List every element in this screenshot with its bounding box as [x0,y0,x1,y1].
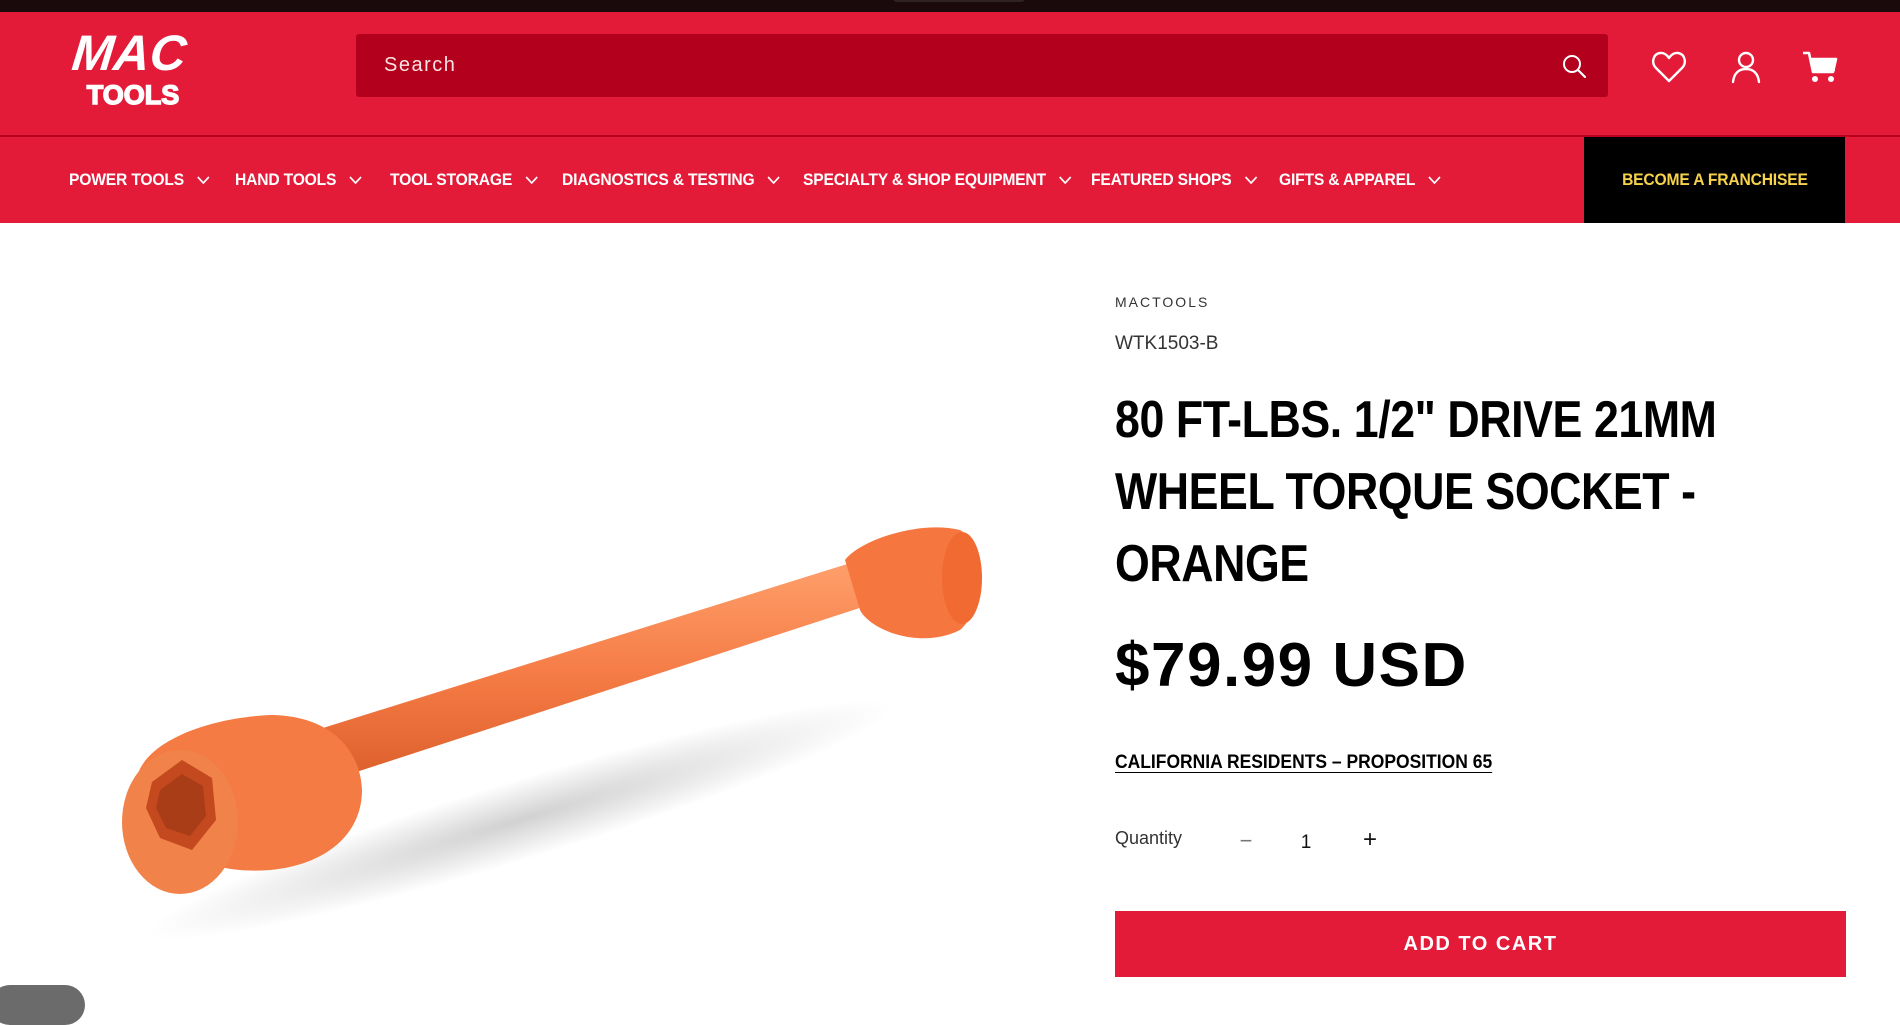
heart-icon[interactable] [1650,48,1688,86]
nav-item-hand-tools[interactable]: HAND TOOLS [235,137,363,223]
nav-item-label: TOOL STORAGE [390,170,513,189]
nav-item-power-tools[interactable]: POWER TOOLS [69,137,211,223]
chevron-down-icon [1428,176,1441,185]
search-input[interactable]: Search [384,34,456,97]
nav-item-label: SPECIALTY & SHOP EQUIPMENT [803,170,1046,189]
add-to-cart-button[interactable]: ADD TO CART [1115,911,1846,977]
mac-tools-logo[interactable]: MAC TOOLS [66,18,200,114]
become-franchisee-button[interactable]: BECOME A FRANCHISEE [1584,137,1845,223]
quantity-input[interactable] [1282,820,1330,866]
nav-item-label: FEATURED SHOPS [1091,170,1232,189]
product-vendor: MACTOOLS [1115,294,1210,310]
cart-icon[interactable] [1801,48,1839,86]
chat-widget-tab[interactable] [0,985,85,1025]
franchise-label: BECOME A FRANCHISEE [1621,170,1808,189]
main-nav: POWER TOOLS HAND TOOLS TOOL STORAGE DIAG… [0,135,1900,223]
nav-item-label: GIFTS & APPAREL [1279,170,1416,189]
quantity-increase-button[interactable]: + [1352,826,1388,856]
quantity-decrease-button[interactable]: − [1228,828,1264,858]
title-line: WHEEL TORQUE SOCKET - [1115,463,1696,521]
chevron-down-icon [1059,176,1072,185]
product-price: $79.99 USD [1115,631,1468,700]
top-pill [893,0,1025,2]
product-title: 80 FT-LBS. 1/2" DRIVE 21MM WHEEL TORQUE … [1115,384,1751,600]
account-icon[interactable] [1727,48,1765,86]
chevron-down-icon [197,176,210,185]
nav-item-gifts-apparel[interactable]: GIFTS & APPAREL [1279,137,1442,223]
nav-item-diagnostics-testing[interactable]: DIAGNOSTICS & TESTING [562,137,781,223]
search-bar[interactable]: Search [356,34,1608,97]
socket-small-rim [942,532,982,624]
product-image[interactable] [100,520,1000,990]
nav-item-label: HAND TOOLS [235,170,337,189]
title-line: ORANGE [1115,535,1309,593]
nav-item-label: DIAGNOSTICS & TESTING [562,170,755,189]
product-sku: WTK1503-B [1115,333,1219,354]
title-line: 80 FT-LBS. 1/2" DRIVE 21MM [1115,391,1717,449]
chevron-down-icon [525,176,538,185]
nav-item-featured-shops[interactable]: FEATURED SHOPS [1091,137,1258,223]
logo-text-tools: TOOLS [87,80,180,110]
chevron-down-icon [1244,176,1257,185]
chevron-down-icon [349,176,362,185]
logo-text-mac: MAC [69,25,190,81]
prop65-link[interactable]: CALIFORNIA RESIDENTS – PROPOSITION 65 [1115,752,1492,774]
nav-item-specialty-shop-equipment[interactable]: SPECIALTY & SHOP EQUIPMENT [803,137,1073,223]
nav-item-tool-storage[interactable]: TOOL STORAGE [390,137,539,223]
search-icon[interactable] [1560,52,1588,80]
chevron-down-icon [767,176,780,185]
quantity-label: Quantity [1115,828,1183,848]
nav-item-label: POWER TOOLS [69,170,184,189]
site-header: MAC TOOLS Search [0,12,1900,135]
browser-top-strip [0,0,1900,12]
